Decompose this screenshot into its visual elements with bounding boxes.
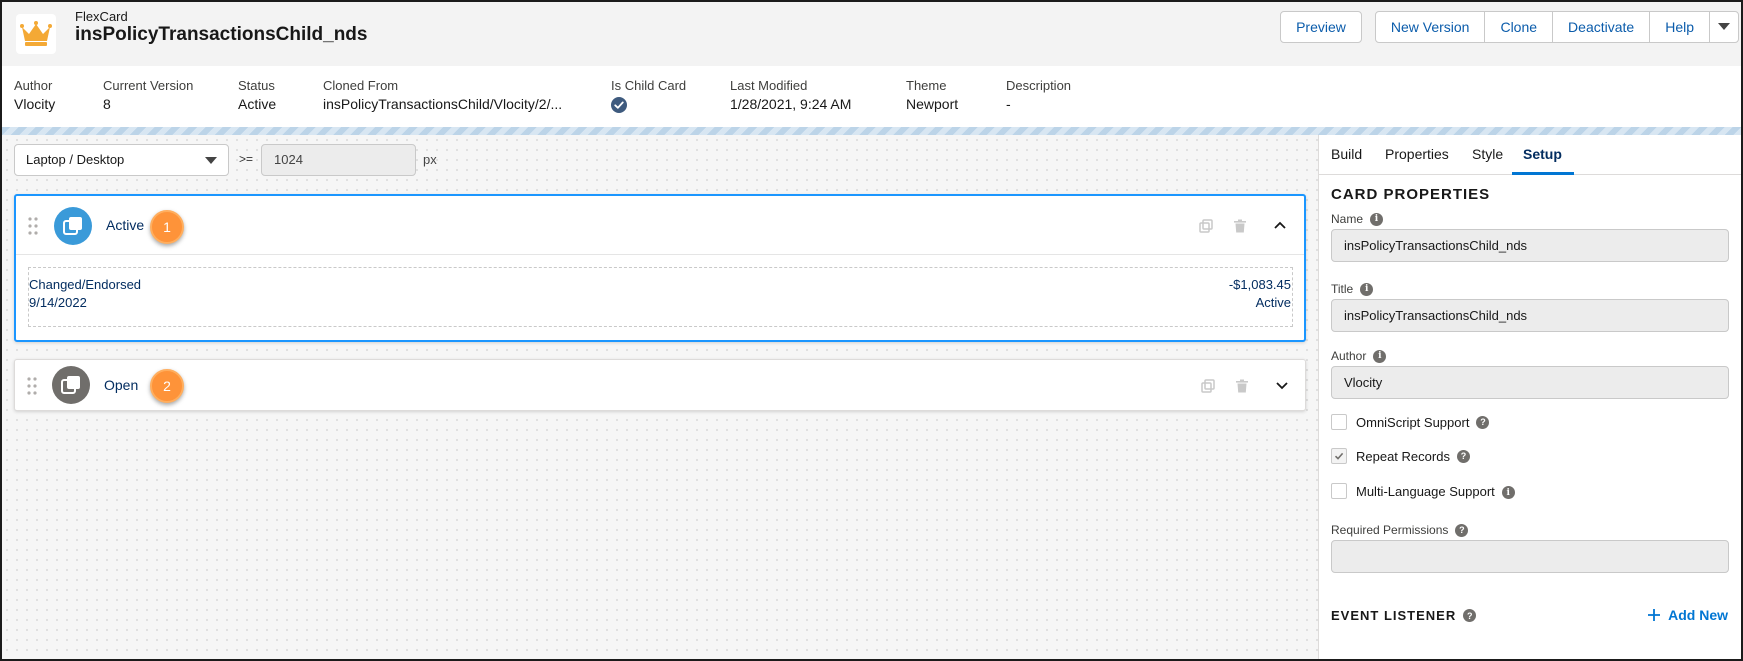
state-name: Active: [106, 217, 145, 233]
delete-icon[interactable]: [1233, 219, 1247, 233]
checkmark-icon: [1334, 452, 1344, 460]
state-card-open[interactable]: Open 2: [14, 359, 1306, 411]
omniscript-support-checkbox[interactable]: [1331, 414, 1347, 430]
page-title: insPolicyTransactionsChild_nds: [75, 24, 368, 45]
copy-layers-icon: [63, 217, 82, 235]
clone-icon[interactable]: [1201, 379, 1215, 393]
meta-status: Status Active: [238, 78, 277, 112]
panel-tabs: Build Properties Style Setup: [1319, 135, 1741, 175]
transaction-amount-field[interactable]: -$1,083.45: [1229, 277, 1291, 292]
flexcard-designer: FlexCard insPolicyTransactionsChild_nds …: [0, 0, 1743, 661]
multi-language-checkbox[interactable]: [1331, 483, 1347, 499]
object-type-label: FlexCard: [75, 9, 128, 24]
state-number-badge: 1: [150, 210, 184, 244]
help-button[interactable]: Help: [1649, 11, 1710, 43]
add-new-event-listener-button[interactable]: Add New: [1647, 607, 1728, 623]
transaction-type-field[interactable]: Changed/Endorsed: [29, 277, 141, 292]
chevron-down-icon[interactable]: [1274, 377, 1290, 393]
breakpoint-unit: px: [423, 152, 437, 167]
meta-current-version: Current Version 8: [103, 78, 194, 112]
caret-down-icon: [205, 157, 217, 164]
design-canvas: Laptop / Desktop >= 1024 px Active 1 Cha…: [2, 135, 1318, 659]
crown-icon: [16, 14, 56, 54]
delete-icon[interactable]: [1235, 379, 1249, 393]
transaction-status-field[interactable]: Active: [1256, 295, 1291, 310]
name-label: Name i: [1331, 212, 1384, 226]
copy-layers-icon: [61, 376, 80, 394]
meta-description: Description -: [1006, 78, 1072, 112]
clone-button[interactable]: Clone: [1484, 11, 1554, 43]
clone-icon[interactable]: [1199, 219, 1213, 233]
meta-is-child-card: Is Child Card: [611, 78, 686, 118]
active-tab-indicator: [1512, 172, 1574, 175]
chevron-down-icon: [1718, 23, 1730, 30]
new-version-button[interactable]: New Version: [1374, 11, 1486, 43]
card-properties-heading: CARD PROPERTIES: [1331, 186, 1491, 203]
page-header: FlexCard insPolicyTransactionsChild_nds …: [2, 2, 1741, 66]
title-label: Title i: [1331, 282, 1374, 296]
state-card-header[interactable]: Open 2: [15, 360, 1305, 410]
author-label: Author i: [1331, 349, 1387, 363]
breakpoint-operator: >=: [239, 152, 254, 166]
meta-theme: Theme Newport: [906, 78, 959, 112]
tab-properties[interactable]: Properties: [1385, 146, 1449, 162]
state-name: Open: [104, 377, 139, 393]
info-icon[interactable]: i: [1360, 282, 1374, 296]
chevron-up-icon[interactable]: [1272, 217, 1288, 233]
header-actions: Preview New Version Clone Deactivate Hel…: [1280, 11, 1739, 43]
state-card-body: Changed/Endorsed -$1,083.45 9/14/2022 Ac…: [16, 254, 1304, 340]
meta-cloned-from: Cloned From insPolicyTransactionsChild/V…: [323, 78, 563, 112]
drag-handle-icon[interactable]: [28, 216, 38, 236]
required-permissions-label: Required Permissions ?: [1331, 523, 1469, 537]
repeat-records-checkbox-row: Repeat Records ?: [1331, 448, 1470, 464]
info-icon[interactable]: i: [1373, 349, 1387, 363]
transaction-date-field[interactable]: 9/14/2022: [29, 295, 87, 310]
name-input[interactable]: insPolicyTransactionsChild_nds: [1331, 229, 1729, 262]
tab-build[interactable]: Build: [1331, 146, 1362, 162]
help-icon[interactable]: ?: [1476, 415, 1490, 429]
required-permissions-input[interactable]: [1331, 540, 1729, 573]
state-card-header[interactable]: Active 1: [16, 196, 1304, 254]
device-select[interactable]: Laptop / Desktop: [14, 144, 229, 176]
check-circle-icon: [611, 97, 627, 113]
repeat-records-checkbox[interactable]: [1331, 448, 1347, 464]
help-icon[interactable]: ?: [1455, 523, 1469, 537]
omniscript-support-checkbox-row: OmniScript Support ?: [1331, 414, 1490, 430]
state-card-active[interactable]: Active 1 Changed/Endorsed -$1,083.45 9/1…: [14, 194, 1306, 342]
info-icon[interactable]: i: [1370, 212, 1384, 226]
tab-setup[interactable]: Setup: [1523, 146, 1562, 162]
help-icon[interactable]: ?: [1463, 609, 1477, 622]
plus-icon: [1648, 609, 1661, 621]
title-input[interactable]: insPolicyTransactionsChild_nds: [1331, 299, 1729, 332]
card-metadata: Author Vlocity Current Version 8 Status …: [2, 66, 1741, 130]
card-fields-container[interactable]: Changed/Endorsed -$1,083.45 9/14/2022 Ac…: [28, 267, 1293, 327]
event-listener-heading: EVENT LISTENER ?: [1331, 608, 1477, 623]
header-divider: [2, 127, 1741, 135]
tab-style[interactable]: Style: [1472, 146, 1503, 162]
state-icon: [54, 207, 92, 245]
meta-author: Author Vlocity: [14, 78, 56, 112]
meta-last-modified: Last Modified 1/28/2021, 9:24 AM: [730, 78, 852, 112]
more-actions-button[interactable]: [1709, 11, 1739, 43]
state-icon: [52, 366, 90, 404]
state-number-badge: 2: [150, 369, 184, 403]
author-input[interactable]: Vlocity: [1331, 366, 1729, 399]
multi-language-checkbox-row: Multi-Language Support i: [1331, 483, 1515, 499]
properties-panel: Build Properties Style Setup CARD PROPER…: [1318, 135, 1741, 659]
preview-button[interactable]: Preview: [1280, 11, 1362, 43]
drag-handle-icon[interactable]: [27, 376, 37, 396]
info-icon[interactable]: i: [1501, 486, 1515, 499]
help-icon[interactable]: ?: [1456, 449, 1470, 463]
deactivate-button[interactable]: Deactivate: [1552, 11, 1651, 43]
breakpoint-width-input[interactable]: 1024: [261, 144, 416, 176]
